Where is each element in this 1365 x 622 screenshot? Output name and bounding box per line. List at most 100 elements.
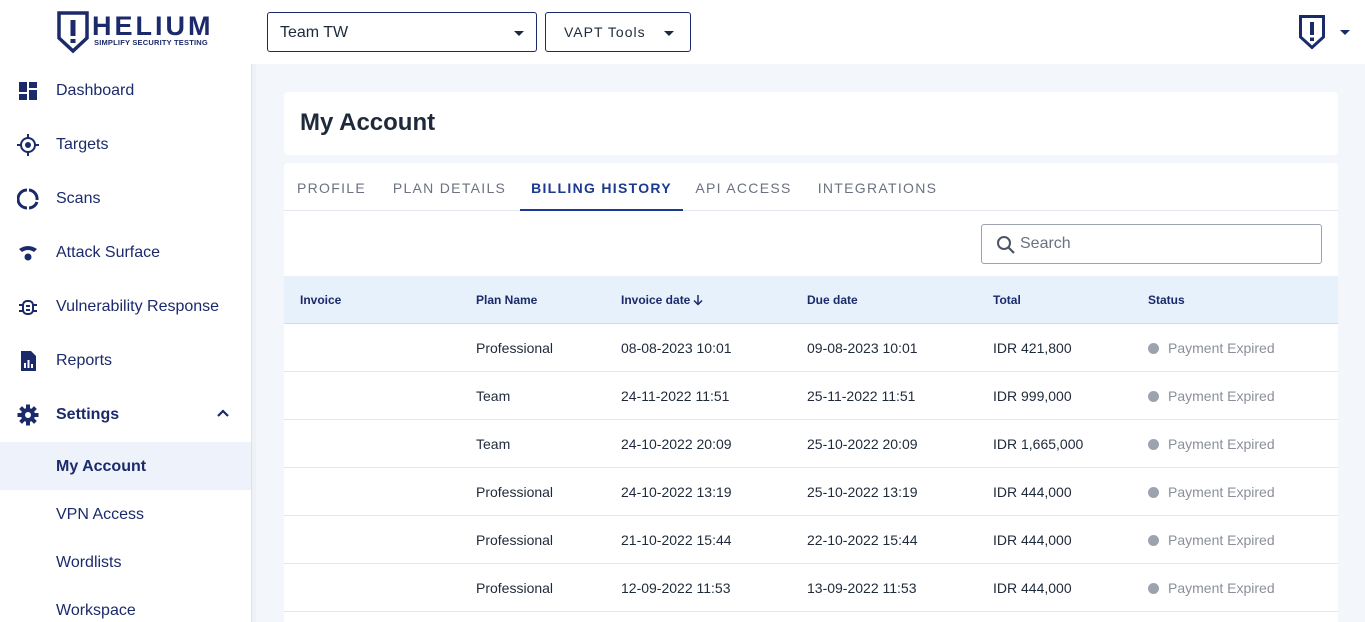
search-box[interactable] <box>981 224 1322 264</box>
table-row[interactable]: Team 24-10-2022 20:09 25-10-2022 20:09 I… <box>284 420 1338 468</box>
cell-plan-name: Team <box>476 436 511 452</box>
cell-plan-name: Professional <box>476 340 554 356</box>
cell-total: IDR 421,800 <box>993 340 1072 356</box>
column-header-plan-name[interactable]: Plan Name <box>476 293 537 307</box>
sidebar-subitem-label: Wordlists <box>56 554 122 571</box>
sidebar-item-label: Dashboard <box>56 82 135 99</box>
user-menu-button[interactable] <box>1298 14 1354 50</box>
shield-logo-icon <box>57 11 89 54</box>
gear-icon <box>17 404 39 426</box>
status-badge: Payment Expired <box>1168 436 1275 452</box>
table-row[interactable]: Team 24-11-2022 11:51 25-11-2022 11:51 I… <box>284 372 1338 420</box>
cell-due-date: 25-10-2022 20:09 <box>807 436 918 452</box>
search-icon <box>997 236 1015 254</box>
cell-total: IDR 999,000 <box>993 388 1072 404</box>
helium-logo[interactable]: HELIUM SIMPLIFY SECURITY TESTING <box>56 10 220 54</box>
status-badge: Payment Expired <box>1168 532 1275 548</box>
column-header-due-date[interactable]: Due date <box>807 293 858 307</box>
cell-plan-name: Team <box>476 388 511 404</box>
table-row[interactable]: Professional 08-08-2023 10:01 09-08-2023… <box>284 324 1338 372</box>
sidebar-item-label: Reports <box>56 352 113 369</box>
table-header: Invoice Plan Name Invoice date Due date … <box>284 276 1338 324</box>
status-dot-icon <box>1148 535 1159 546</box>
sidebar-subitem-wordlists[interactable]: Wordlists <box>0 538 252 586</box>
cell-total: IDR 444,000 <box>993 532 1072 548</box>
logo-tagline: SIMPLIFY SECURITY TESTING <box>94 38 208 47</box>
team-select-value: Team TW <box>280 24 349 41</box>
page-title: My Account <box>300 109 436 136</box>
column-header-label: Invoice date <box>621 293 691 307</box>
sidebar-item-vulnerability-response[interactable]: Vulnerability Response <box>0 282 252 330</box>
top-bar: HELIUM SIMPLIFY SECURITY TESTING Team TW… <box>0 0 1365 64</box>
dashboard-icon <box>19 82 37 100</box>
cell-plan-name: Professional <box>476 580 554 596</box>
main-content: My Account PROFILE PLAN DETAILS BILLING … <box>256 64 1365 622</box>
table-row[interactable]: Professional 21-10-2022 15:44 22-10-2022… <box>284 516 1338 564</box>
status-badge: Payment Expired <box>1168 340 1275 356</box>
table-row[interactable]: Professional 24-10-2022 13:19 25-10-2022… <box>284 468 1338 516</box>
sidebar-item-attack-surface[interactable]: Attack Surface <box>0 228 252 276</box>
account-tabs: PROFILE PLAN DETAILS BILLING HISTORY API… <box>284 163 1338 211</box>
sidebar-subitem-label: VPN Access <box>56 506 145 523</box>
attack-surface-icon <box>19 246 37 261</box>
cell-due-date: 22-10-2022 15:44 <box>807 532 918 548</box>
tab-profile[interactable]: PROFILE <box>284 163 379 211</box>
cell-invoice-date: 08-08-2023 10:01 <box>621 340 732 356</box>
sidebar-item-label: Settings <box>56 406 120 423</box>
chevron-up-icon[interactable] <box>216 408 230 418</box>
target-icon <box>17 134 39 156</box>
cell-invoice-date: 24-10-2022 20:09 <box>621 436 732 452</box>
tools-select[interactable]: VAPT Tools <box>545 12 691 52</box>
team-select[interactable]: Team TW <box>267 12 537 52</box>
cell-due-date: 09-08-2023 10:01 <box>807 340 918 356</box>
sidebar-item-targets[interactable]: Targets <box>0 120 252 168</box>
status-dot-icon <box>1148 583 1159 594</box>
tab-api-access[interactable]: API ACCESS <box>683 163 804 211</box>
cell-plan-name: Professional <box>476 484 554 500</box>
column-header-status[interactable]: Status <box>1148 293 1185 307</box>
cell-due-date: 13-09-2022 11:53 <box>807 580 917 596</box>
sidebar-item-label: Vulnerability Response <box>56 298 220 315</box>
sidebar-item-settings[interactable]: Settings <box>0 390 252 438</box>
status-badge: Payment Expired <box>1168 580 1275 596</box>
table-row[interactable]: Professional 12-09-2022 11:53 13-09-2022… <box>284 564 1338 612</box>
sidebar-item-label: Targets <box>56 136 109 153</box>
cell-due-date: 25-10-2022 13:19 <box>807 484 918 500</box>
page-title-card: My Account <box>284 92 1338 155</box>
sidebar-subitem-my-account[interactable]: My Account <box>0 442 252 490</box>
caret-down-icon <box>664 31 674 36</box>
tab-integrations[interactable]: INTEGRATIONS <box>804 163 951 211</box>
cell-invoice-date: 12-09-2022 11:53 <box>621 580 731 596</box>
sidebar-item-dashboard[interactable]: Dashboard <box>0 66 252 114</box>
tab-billing-history[interactable]: BILLING HISTORY <box>520 163 683 211</box>
tab-plan-details[interactable]: PLAN DETAILS <box>379 163 520 211</box>
sidebar-subitem-label: My Account <box>56 458 147 475</box>
column-header-invoice-date[interactable]: Invoice date <box>621 293 704 307</box>
status-badge: Payment Expired <box>1168 388 1275 404</box>
status-dot-icon <box>1148 487 1159 498</box>
cell-plan-name: Professional <box>476 532 554 548</box>
sidebar: Dashboard Targets Scans Attack Surface V… <box>0 64 252 622</box>
sidebar-item-scans[interactable]: Scans <box>0 174 252 222</box>
tools-select-value: VAPT Tools <box>564 24 646 40</box>
scans-icon <box>17 188 39 210</box>
sidebar-item-reports[interactable]: Reports <box>0 336 252 384</box>
status-dot-icon <box>1148 343 1159 354</box>
cell-invoice-date: 21-10-2022 15:44 <box>621 532 732 548</box>
cell-total: IDR 444,000 <box>993 484 1072 500</box>
billing-card: PROFILE PLAN DETAILS BILLING HISTORY API… <box>284 163 1338 622</box>
sort-descending-icon <box>693 295 703 306</box>
status-dot-icon <box>1148 439 1159 450</box>
sidebar-subitem-label: Workspace <box>56 602 136 619</box>
column-header-total[interactable]: Total <box>993 293 1021 307</box>
cell-total: IDR 444,000 <box>993 580 1072 596</box>
sidebar-item-label: Scans <box>56 190 101 207</box>
column-header-invoice[interactable]: Invoice <box>300 293 341 307</box>
cell-due-date: 25-11-2022 11:51 <box>807 388 916 404</box>
sidebar-subitem-vpn-access[interactable]: VPN Access <box>0 490 252 538</box>
status-badge: Payment Expired <box>1168 484 1275 500</box>
caret-down-icon <box>1340 30 1350 35</box>
cell-invoice-date: 24-10-2022 13:19 <box>621 484 732 500</box>
search-input[interactable] <box>1020 233 1310 255</box>
sidebar-subitem-workspace[interactable]: Workspace <box>0 586 252 622</box>
